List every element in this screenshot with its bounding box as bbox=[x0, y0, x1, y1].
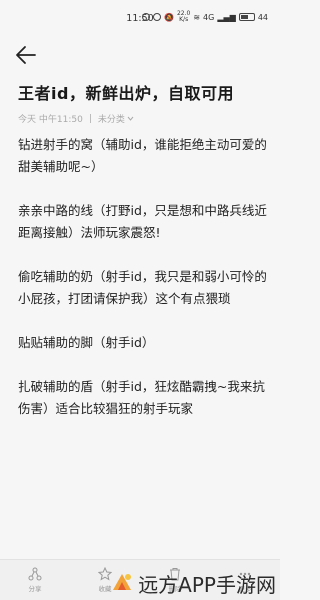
eye-icon bbox=[153, 13, 162, 21]
battery-icon bbox=[238, 13, 255, 21]
signal-label: 4G bbox=[203, 12, 215, 22]
network-speed: 22.0 K/s bbox=[176, 10, 191, 23]
battery-level: 44 bbox=[257, 12, 268, 22]
status-icons: 🔕 22.0 K/s ≋ 4G ▂▄▆ 44 bbox=[142, 11, 268, 23]
meta-divider: | bbox=[88, 113, 92, 124]
wifi-icon: ≋ bbox=[193, 12, 201, 22]
share-button[interactable]: 分享 bbox=[15, 567, 55, 593]
note-paragraph: 钻进射手的窝（辅助id，谁能拒绝主动可爱的甜美辅助呢~） bbox=[18, 137, 267, 174]
note-paragraph: 亲亲中路的线（打野id，只是想和中路兵线近距离接触）法师玩家震怒! bbox=[18, 203, 267, 240]
mute-icon: 🔕 bbox=[164, 12, 174, 22]
arrow-left-icon bbox=[16, 46, 36, 64]
status-bar: 11:50 🔕 22.0 K/s ≋ 4G ▂▄▆ 44 bbox=[0, 0, 280, 36]
note-body[interactable]: 钻进射手的窝（辅助id，谁能拒绝主动可爱的甜美辅助呢~） 亲亲中路的线（打野id… bbox=[18, 134, 272, 442]
note-paragraph: 偷吃辅助的奶（射手id，我只是和弱小可怜的小屁孩，打团请保护我）这个有点猥琐 bbox=[18, 269, 267, 306]
note-date: 今天 中午11:50 bbox=[18, 115, 83, 125]
alarm-icon bbox=[142, 13, 151, 21]
back-button[interactable] bbox=[14, 44, 38, 66]
watermark-text: 远方APP手游网 bbox=[138, 572, 276, 597]
category-label: 未分类 bbox=[97, 115, 125, 125]
category-selector[interactable]: 未分类 bbox=[98, 112, 134, 125]
share-icon bbox=[28, 567, 42, 581]
note-meta: 今天 中午11:50 | 未分类 bbox=[18, 112, 134, 125]
share-label: 分享 bbox=[28, 585, 42, 593]
note-title[interactable]: 王者id，新鲜出炉，自取可用 bbox=[18, 80, 268, 104]
note-paragraph: 贴贴辅助的脚（射手id） bbox=[18, 335, 155, 350]
watermark-logo-icon bbox=[113, 574, 132, 590]
chevron-down-icon bbox=[127, 116, 134, 121]
note-paragraph: 扎破辅助的盾（射手id，狂炫酷霸拽~我来抗伤害）适合比较猖狂的射手玩家 bbox=[18, 379, 265, 416]
signal-icon: ▂▄▆ bbox=[217, 12, 236, 22]
watermark: 远方APP手游网 bbox=[109, 568, 276, 598]
